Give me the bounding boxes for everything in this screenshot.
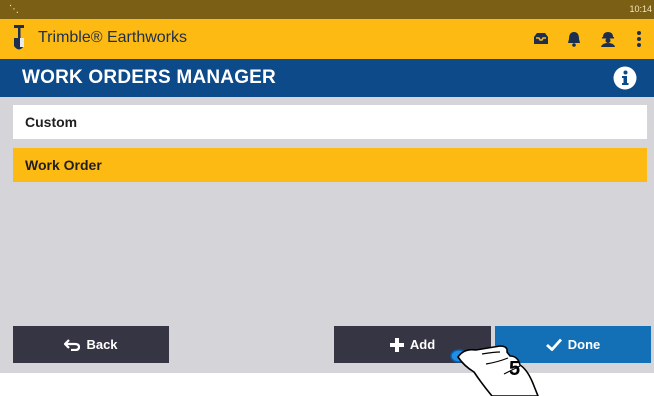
messages-icon[interactable] [531,29,551,49]
shovel-icon: ⋱ [9,4,19,15]
plus-icon [389,337,404,352]
bell-icon[interactable] [564,29,584,49]
page-title: WORK ORDERS MANAGER [22,67,276,88]
app-title: Trimble® Earthworks [38,29,187,46]
status-time: 10:14 [629,4,652,14]
pointing-hand-icon [450,345,539,396]
more-vert-icon[interactable] [633,29,645,49]
list-item-label: Custom [25,114,78,130]
list-item-label: Work Order [25,157,102,173]
operator-icon[interactable] [598,29,618,49]
shovel-logo-icon [14,25,24,50]
add-button-label: Add [409,337,436,352]
back-button-label: Back [86,337,118,352]
app-bar: Trimble® Earthworks [0,19,654,59]
list-item-selected[interactable]: Work Order [13,148,647,182]
list-item[interactable]: Custom [13,105,647,139]
status-bar: ⋱ 10:14 [0,0,654,19]
page-header: WORK ORDERS MANAGER [0,59,654,97]
step-number: 5 [509,358,521,380]
done-button-label: Done [567,337,601,352]
info-icon[interactable] [613,66,637,90]
back-arrow-icon [64,338,81,351]
back-button[interactable]: Back [13,326,169,363]
